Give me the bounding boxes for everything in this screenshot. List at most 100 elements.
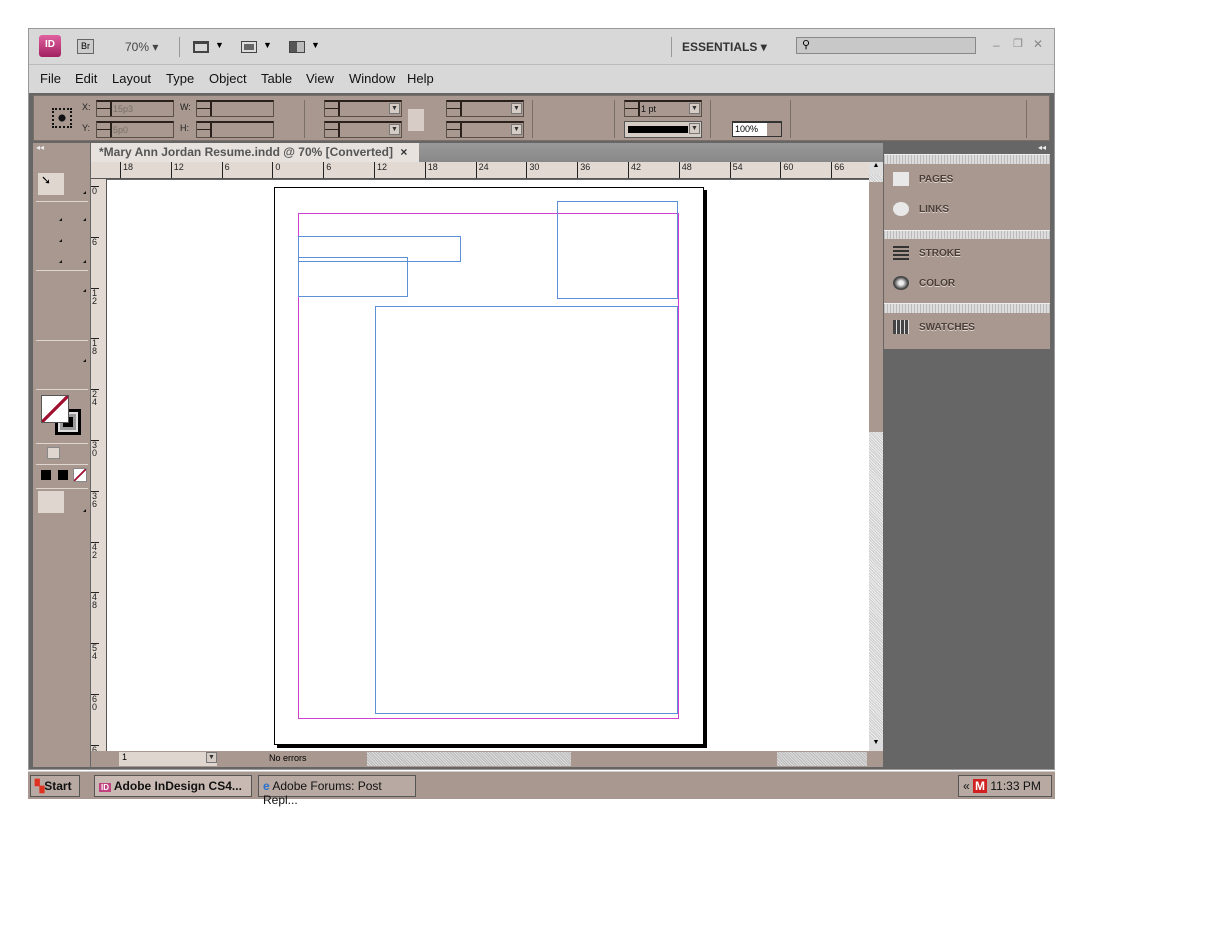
image-frame[interactable]: [557, 201, 678, 299]
text-frame[interactable]: [298, 257, 408, 297]
zoom-value: 70%: [125, 40, 150, 54]
ruler-tick-label: 66: [831, 162, 844, 178]
scroll-thumb[interactable]: [869, 182, 883, 432]
formatting-affects-container-button[interactable]: [47, 447, 60, 459]
ruler-tick-label: 36: [91, 490, 99, 509]
vertical-ruler[interactable]: 0 6 12 18 24 30 36 42 48 54 60 6: [91, 179, 107, 754]
chevron-down-icon[interactable]: ▼: [311, 40, 320, 50]
workspace-switcher[interactable]: ESSENTIALS ▾: [682, 40, 767, 54]
application-bar: ID Br 70% ▾ ▼ ▼ ▼ ESSENTIALS ▾ ⚲ – ❐ ✕: [29, 29, 1054, 65]
menu-view[interactable]: View: [306, 71, 334, 86]
color-icon: [893, 276, 909, 290]
start-button[interactable]: ▚Start: [30, 775, 80, 797]
selection-tool[interactable]: ➘: [38, 173, 64, 195]
text-frame[interactable]: [375, 306, 678, 714]
ruler-tick-label: 18: [91, 338, 99, 357]
preflight-status: No errors: [269, 753, 307, 763]
screen-mode-button[interactable]: [38, 491, 64, 513]
pasteboard[interactable]: [107, 180, 869, 752]
ruler-tick-label: 12: [170, 162, 184, 178]
screen-mode-icon[interactable]: [241, 41, 257, 53]
close-button[interactable]: ✕: [1033, 37, 1043, 51]
ruler-tick-label: 24: [91, 389, 99, 408]
stroke-type-dropdown[interactable]: ▼: [624, 121, 702, 138]
scroll-thumb[interactable]: [571, 752, 777, 766]
ruler-tick-label: 6: [91, 236, 99, 247]
windows-taskbar: ▚Start ID Adobe InDesign CS4... e Adobe …: [28, 771, 1055, 807]
apply-none-button[interactable]: [73, 468, 87, 482]
panel-label: SWATCHES: [919, 322, 975, 333]
document-tab[interactable]: *Mary Ann Jordan Resume.indd @ 70% [Conv…: [91, 143, 419, 162]
vertical-scrollbar[interactable]: ▲ ▼: [869, 162, 883, 752]
menu-layout[interactable]: Layout: [112, 71, 151, 86]
reference-point-icon[interactable]: [52, 108, 72, 128]
panel-swatches[interactable]: SWATCHES: [884, 313, 1050, 343]
restore-button[interactable]: ❐: [1013, 37, 1023, 50]
scale-x-field[interactable]: ▼: [324, 100, 402, 117]
width-field[interactable]: [196, 100, 274, 117]
panel-stroke[interactable]: STROKE: [884, 239, 1050, 269]
ruler-tick-label: 18: [120, 162, 133, 178]
y-field[interactable]: 5p0: [96, 121, 174, 138]
document-tab-bar: *Mary Ann Jordan Resume.indd @ 70% [Conv…: [91, 143, 883, 162]
search-icon: ⚲: [802, 39, 811, 51]
shear-field[interactable]: ▼: [446, 121, 524, 138]
windows-logo-icon: ▚: [35, 779, 45, 793]
scroll-up-button[interactable]: ▲: [869, 162, 883, 174]
rotation-field[interactable]: ▼: [446, 100, 524, 117]
ruler-tick-label: 36: [577, 162, 590, 178]
arrange-documents-icon[interactable]: [289, 41, 305, 53]
chevron-down-icon[interactable]: ▼: [215, 40, 224, 50]
minimize-button[interactable]: –: [993, 38, 1000, 52]
height-field[interactable]: [196, 121, 274, 138]
constrain-proportions-button[interactable]: [408, 109, 424, 131]
h-label: H:: [180, 123, 189, 133]
stroke-weight-field[interactable]: 1 pt ▼: [624, 100, 702, 117]
panel-label: STROKE: [919, 248, 961, 259]
panel-group-header[interactable]: [884, 154, 1050, 164]
ruler-tick-label: 60: [91, 694, 99, 712]
panel-pages[interactable]: PAGES: [884, 165, 1050, 195]
menu-window[interactable]: Window: [349, 71, 395, 86]
menu-table[interactable]: Table: [261, 71, 292, 86]
menu-edit[interactable]: Edit: [75, 71, 97, 86]
ruler-tick-label: 48: [91, 592, 99, 611]
tray-app-icon[interactable]: M: [973, 779, 988, 793]
view-options-icon[interactable]: [193, 41, 209, 53]
ruler-tick-label: 0: [272, 162, 280, 178]
collapse-icon[interactable]: ◂◂: [36, 143, 44, 152]
search-input[interactable]: ⚲: [796, 37, 976, 54]
close-tab-icon[interactable]: ×: [400, 145, 407, 159]
horizontal-ruler[interactable]: 18 12 6 0 6 12 18 24 30 36 42 48 54 60 66: [91, 162, 869, 179]
internet-explorer-icon: e: [263, 779, 270, 793]
bridge-button[interactable]: Br: [77, 39, 94, 54]
collapse-icon[interactable]: ◂◂: [1038, 143, 1046, 152]
menu-file[interactable]: File: [40, 71, 61, 86]
show-hidden-icons[interactable]: «: [963, 779, 970, 793]
x-field[interactable]: 15p3: [96, 100, 174, 117]
ruler-tick-label: 12: [374, 162, 387, 178]
panel-color[interactable]: COLOR: [884, 269, 1050, 299]
scale-y-field[interactable]: ▼: [324, 121, 402, 138]
apply-color-button[interactable]: [41, 470, 51, 480]
apply-gradient-button[interactable]: [58, 470, 68, 480]
fill-swatch[interactable]: [41, 395, 69, 423]
menu-object[interactable]: Object: [209, 71, 247, 86]
opacity-field[interactable]: 100%: [732, 121, 782, 137]
zoom-level-dropdown[interactable]: 70% ▾: [125, 40, 158, 54]
taskbar-item-indesign[interactable]: ID Adobe InDesign CS4...: [94, 775, 252, 797]
page-number-field[interactable]: 1 ▼: [119, 752, 217, 766]
ruler-tick-label: 12: [91, 287, 99, 306]
menu-type[interactable]: Type: [166, 71, 194, 86]
taskbar-item-browser[interactable]: e Adobe Forums: Post Repl...: [258, 775, 416, 807]
chevron-down-icon[interactable]: ▼: [263, 40, 272, 50]
scroll-down-button[interactable]: ▼: [869, 739, 883, 751]
indesign-window: ID Br 70% ▾ ▼ ▼ ▼ ESSENTIALS ▾ ⚲ – ❐ ✕ F…: [28, 28, 1055, 770]
panel-group-header[interactable]: [884, 303, 1050, 313]
pages-icon: [893, 172, 909, 186]
ruler-tick-label: 48: [678, 162, 692, 178]
menu-help[interactable]: Help: [407, 71, 434, 86]
panel-links[interactable]: LINKS: [884, 195, 1050, 225]
horizontal-scrollbar[interactable]: [367, 752, 867, 766]
w-label: W:: [180, 102, 191, 112]
